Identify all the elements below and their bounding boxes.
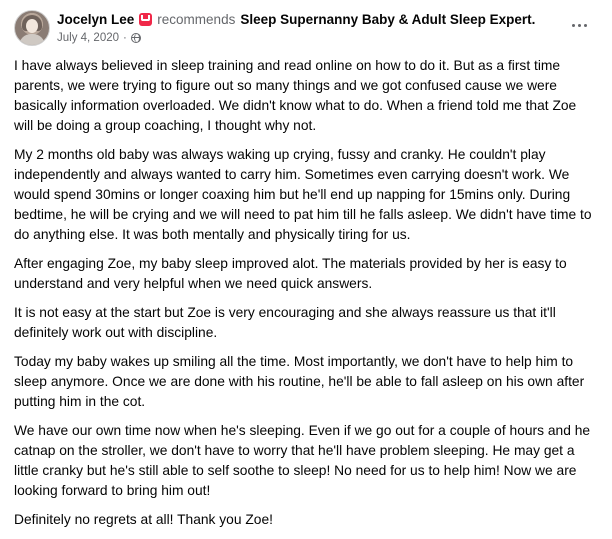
post-meta: Jocelyn Lee recommends Sleep Supernanny … — [57, 8, 564, 44]
post-paragraph: It is not easy at the start but Zoe is v… — [14, 305, 556, 340]
more-icon-dot — [571, 23, 575, 27]
post-date[interactable]: July 4, 2020 — [57, 32, 119, 44]
post-title-line: Jocelyn Lee recommends Sleep Supernanny … — [57, 11, 564, 29]
recommendation-post: Jocelyn Lee recommends Sleep Supernanny … — [0, 0, 612, 527]
post-body: I have always believed in sleep training… — [14, 56, 598, 539]
author-avatar[interactable] — [14, 10, 50, 46]
recommend-icon — [139, 12, 153, 26]
post-paragraph: My 2 months old baby was always waking u… — [14, 147, 592, 242]
globe-icon — [130, 33, 141, 43]
recommended-page-name[interactable]: Sleep Supernanny Baby & Adult Sleep Expe… — [240, 11, 535, 29]
post-paragraph: Today my baby wakes up smiling all the t… — [14, 354, 585, 409]
avatar-face — [26, 19, 38, 33]
date-separator: · — [123, 32, 127, 44]
more-icon-dot — [583, 23, 587, 27]
post-paragraph: After engaging Zoe, my baby sleep improv… — [14, 256, 567, 291]
post-header: Jocelyn Lee recommends Sleep Supernanny … — [14, 8, 598, 46]
recommend-label: recommends — [157, 12, 236, 27]
more-icon-dot — [577, 23, 581, 27]
post-paragraph: Definitely no regrets at all! Thank you … — [14, 512, 273, 527]
post-date-line: July 4, 2020 · — [57, 32, 564, 44]
avatar-body — [19, 34, 45, 45]
post-paragraph: We have our own time now when he's sleep… — [14, 423, 591, 498]
post-paragraph: I have always believed in sleep training… — [14, 58, 577, 133]
author-name[interactable]: Jocelyn Lee — [57, 11, 134, 29]
more-options-button[interactable] — [568, 18, 590, 32]
